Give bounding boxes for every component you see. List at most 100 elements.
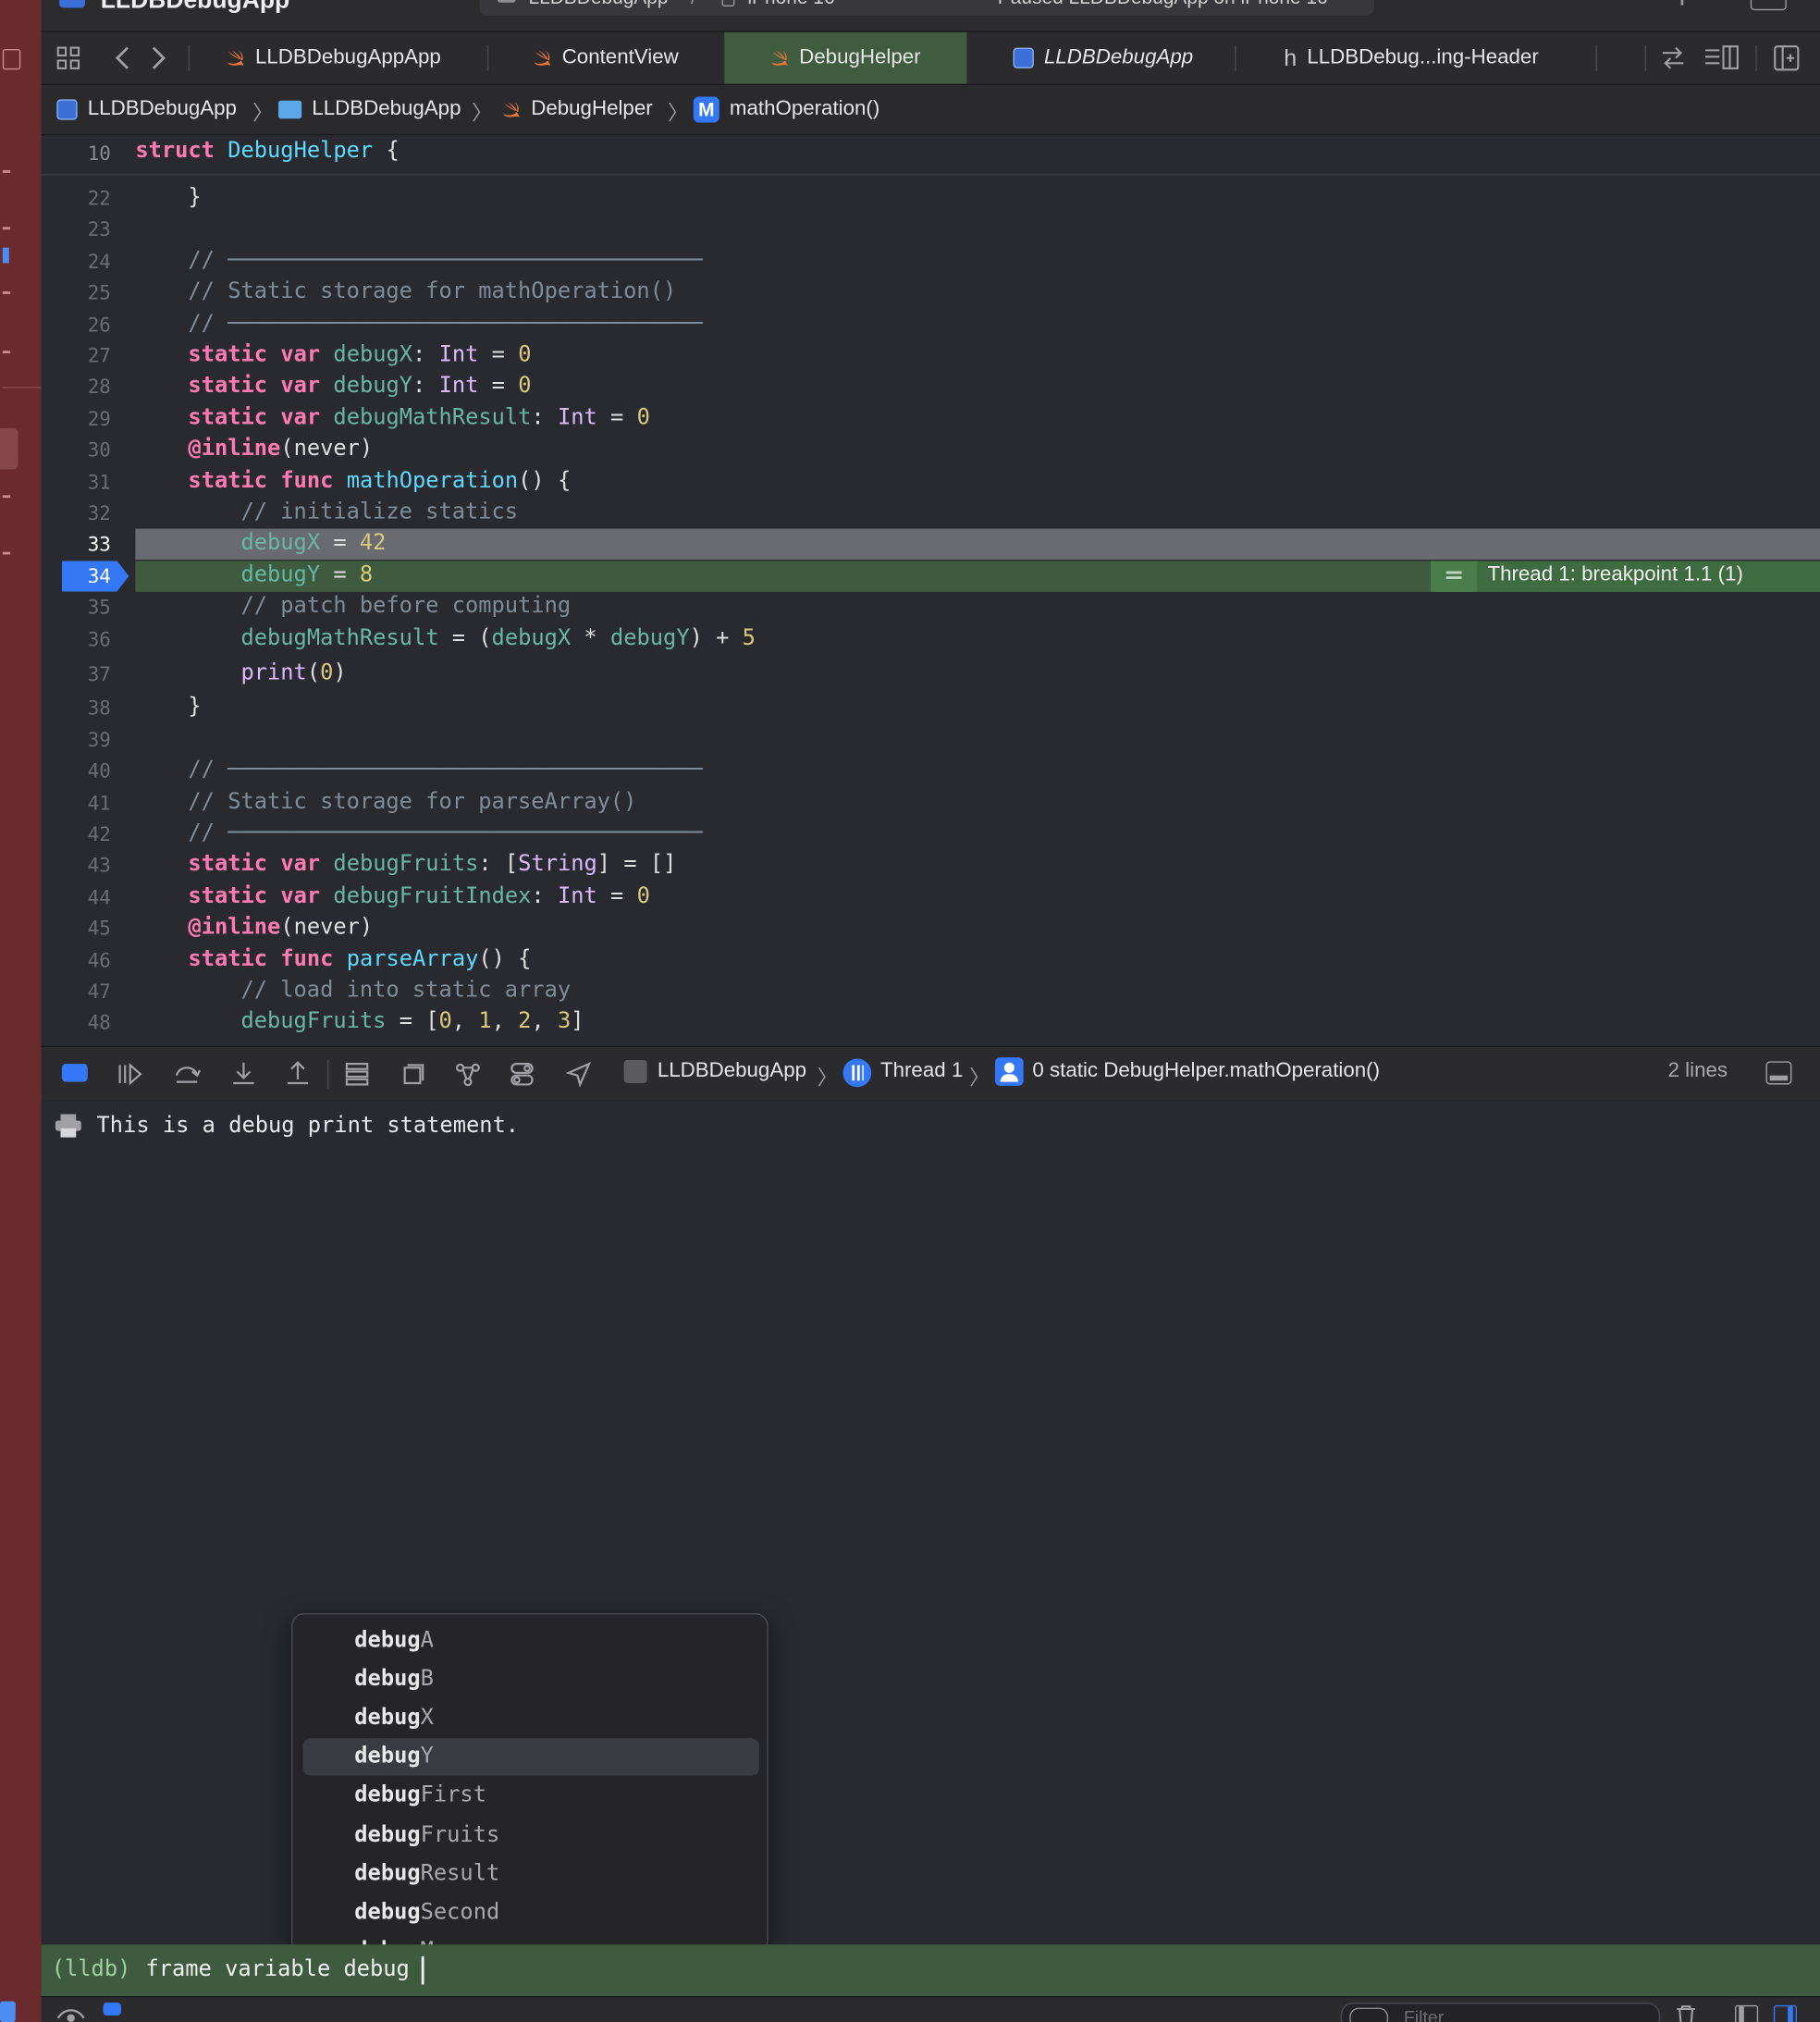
line-number[interactable]: 46: [42, 948, 111, 971]
line-number[interactable]: 43: [42, 854, 111, 877]
autocomplete-item[interactable]: debugResult: [303, 1856, 759, 1893]
line-number[interactable]: 35: [42, 596, 111, 619]
line-number[interactable]: 42: [42, 822, 111, 845]
line-number[interactable]: 32: [42, 501, 111, 524]
autocomplete-item[interactable]: debugFirst: [303, 1778, 759, 1815]
code-line[interactable]: 44 static var debugFruitIndex: Int = 0: [42, 882, 1820, 912]
line-number[interactable]: 26: [42, 313, 111, 336]
continue-icon[interactable]: [116, 1060, 144, 1089]
line-number[interactable]: 29: [42, 407, 111, 430]
autocomplete-item[interactable]: debugFruits: [303, 1817, 759, 1854]
navigator-bottom-icon[interactable]: [0, 2001, 16, 2022]
navigator-icon[interactable]: [2, 48, 21, 70]
code-line[interactable]: 46 static func parseArray() {: [42, 944, 1820, 975]
autocomplete-item[interactable]: debugB: [303, 1661, 759, 1698]
line-number[interactable]: 38: [42, 697, 111, 720]
code-line[interactable]: 42 // ──────────────────────────────────…: [42, 819, 1820, 849]
code-line[interactable]: 23: [42, 215, 1820, 245]
line-number[interactable]: 47: [42, 980, 111, 1004]
code-line[interactable]: 45 @inline(never): [42, 913, 1820, 943]
filter-field[interactable]: Filter: [1340, 2003, 1661, 2022]
scheme-name[interactable]: LLDBDebugApp: [528, 0, 668, 9]
code-line[interactable]: 41 // Static storage for parseArray(): [42, 787, 1820, 818]
code-line[interactable]: 31 static func mathOperation() {: [42, 466, 1820, 497]
line-number[interactable]: 27: [42, 344, 111, 367]
variables-view-icon[interactable]: [103, 2003, 122, 2016]
tab-lldbdebugappapp[interactable]: LLDBDebugAppApp: [206, 32, 479, 84]
code-line[interactable]: 43 static var debugFruits: [String] = []: [42, 850, 1820, 881]
line-number[interactable]: 48: [42, 1012, 111, 1035]
step-over-icon[interactable]: [173, 1060, 202, 1089]
tab-contentview[interactable]: ContentView: [513, 32, 745, 84]
autocomplete-item[interactable]: debugA: [303, 1622, 759, 1659]
environment-overrides-icon[interactable]: [508, 1060, 536, 1089]
code-line[interactable]: 48 debugFruits = [0, 1, 2, 3]: [42, 1007, 1820, 1038]
line-number[interactable]: 31: [42, 470, 111, 493]
breadcrumb-item-method[interactable]: M mathOperation(): [693, 85, 879, 134]
code-line[interactable]: 24 // ──────────────────────────────────…: [42, 246, 1820, 277]
thread-name[interactable]: Thread 1: [880, 1060, 963, 1083]
autocomplete-item[interactable]: debugSecond: [303, 1893, 759, 1930]
code-line[interactable]: 30 @inline(never): [42, 435, 1820, 465]
lldb-command-input[interactable]: frame variable debug: [145, 1956, 409, 1982]
device-name[interactable]: iPhone 16: [747, 0, 834, 9]
code-line[interactable]: 36 debugMathResult = (debugX * debugY) +…: [42, 623, 1820, 654]
line-number[interactable]: 41: [42, 791, 111, 814]
code-line[interactable]: 37 print(0): [42, 659, 1820, 689]
related-items-icon[interactable]: [1660, 46, 1686, 69]
code-line[interactable]: 22 }: [42, 183, 1820, 214]
memory-graph-icon[interactable]: [400, 1060, 428, 1089]
line-number[interactable]: 28: [42, 376, 111, 399]
line-number[interactable]: 45: [42, 917, 111, 940]
inspector-toggle-icon[interactable]: [1750, 0, 1787, 11]
hide-debug-area-icon[interactable]: [1765, 1061, 1792, 1085]
trash-icon[interactable]: [1676, 2005, 1696, 2022]
tab-bridging-header[interactable]: h LLDBDebug...ing-Header: [1266, 32, 1576, 84]
add-icon[interactable]: [1680, 0, 1684, 6]
tab-debughelper[interactable]: DebugHelper: [724, 31, 967, 84]
code-line[interactable]: 39: [42, 724, 1820, 755]
stack-frame-name[interactable]: 0 static DebugHelper.mathOperation(): [1032, 1060, 1380, 1083]
code-line[interactable]: 40 // ──────────────────────────────────…: [42, 756, 1820, 786]
breakpoint-annotation[interactable]: Thread 1: breakpoint 1.1 (1): [1431, 561, 1820, 592]
code-line[interactable]: 35 // patch before computing: [42, 592, 1820, 623]
breadcrumb-item-project[interactable]: LLDBDebugApp: [56, 85, 237, 134]
breadcrumb-item-file[interactable]: DebugHelper: [500, 85, 653, 134]
process-name[interactable]: LLDBDebugApp: [658, 1060, 806, 1083]
code-line[interactable]: 32 // initialize statics: [42, 498, 1820, 528]
line-number[interactable]: 44: [42, 885, 111, 908]
line-number[interactable]: 23: [42, 218, 111, 241]
editor-options-icon[interactable]: [1704, 45, 1740, 71]
code-line[interactable]: 26 // ──────────────────────────────────…: [42, 309, 1820, 339]
autocomplete-item[interactable]: debugY: [302, 1738, 759, 1777]
forward-icon[interactable]: [150, 45, 168, 71]
step-into-icon[interactable]: [229, 1060, 258, 1089]
code-line[interactable]: 29 static var debugMathResult: Int = 0: [42, 403, 1820, 434]
add-editor-icon[interactable]: [1774, 45, 1800, 71]
code-line[interactable]: 28 static var debugY: Int = 0: [42, 372, 1820, 402]
line-number[interactable]: 37: [42, 663, 111, 686]
code-line[interactable]: 27 static var debugX: Int = 0: [42, 340, 1820, 371]
activity-view[interactable]: LLDBDebugApp / iPhone 16 Paused LLDBDebu…: [479, 0, 1374, 16]
simulate-location-icon[interactable]: [564, 1060, 593, 1089]
line-number[interactable]: 40: [42, 759, 111, 783]
autocomplete-popup[interactable]: debugA debugB debugX debugY debugFirst debugF…: [290, 1613, 769, 1954]
breakpoints-toggle-icon[interactable]: [61, 1064, 88, 1082]
line-number[interactable]: 34: [42, 564, 111, 587]
autocomplete-item[interactable]: debugX: [303, 1700, 759, 1737]
filter-options-icon[interactable]: [1349, 2007, 1389, 2022]
line-number[interactable]: 30: [42, 438, 111, 462]
code-line[interactable]: 25 // Static storage for mathOperation(): [42, 277, 1820, 308]
code-line[interactable]: 47 // load into static array: [42, 976, 1820, 1006]
line-number[interactable]: 22: [42, 187, 111, 210]
line-number[interactable]: 25: [42, 281, 111, 304]
line-number[interactable]: 36: [42, 627, 111, 650]
show-variables-icon[interactable]: [1735, 2004, 1759, 2022]
lldb-command-line[interactable]: (lldb) frame variable debug: [41, 1944, 1820, 1997]
breadcrumb-item-folder[interactable]: LLDBDebugApp: [278, 85, 461, 134]
view-hierarchy-icon[interactable]: [343, 1060, 372, 1089]
line-number[interactable]: 24: [42, 250, 111, 273]
graph-icon[interactable]: [454, 1060, 483, 1089]
code-line[interactable]: 38 }: [42, 693, 1820, 723]
grid-icon[interactable]: [56, 46, 80, 69]
